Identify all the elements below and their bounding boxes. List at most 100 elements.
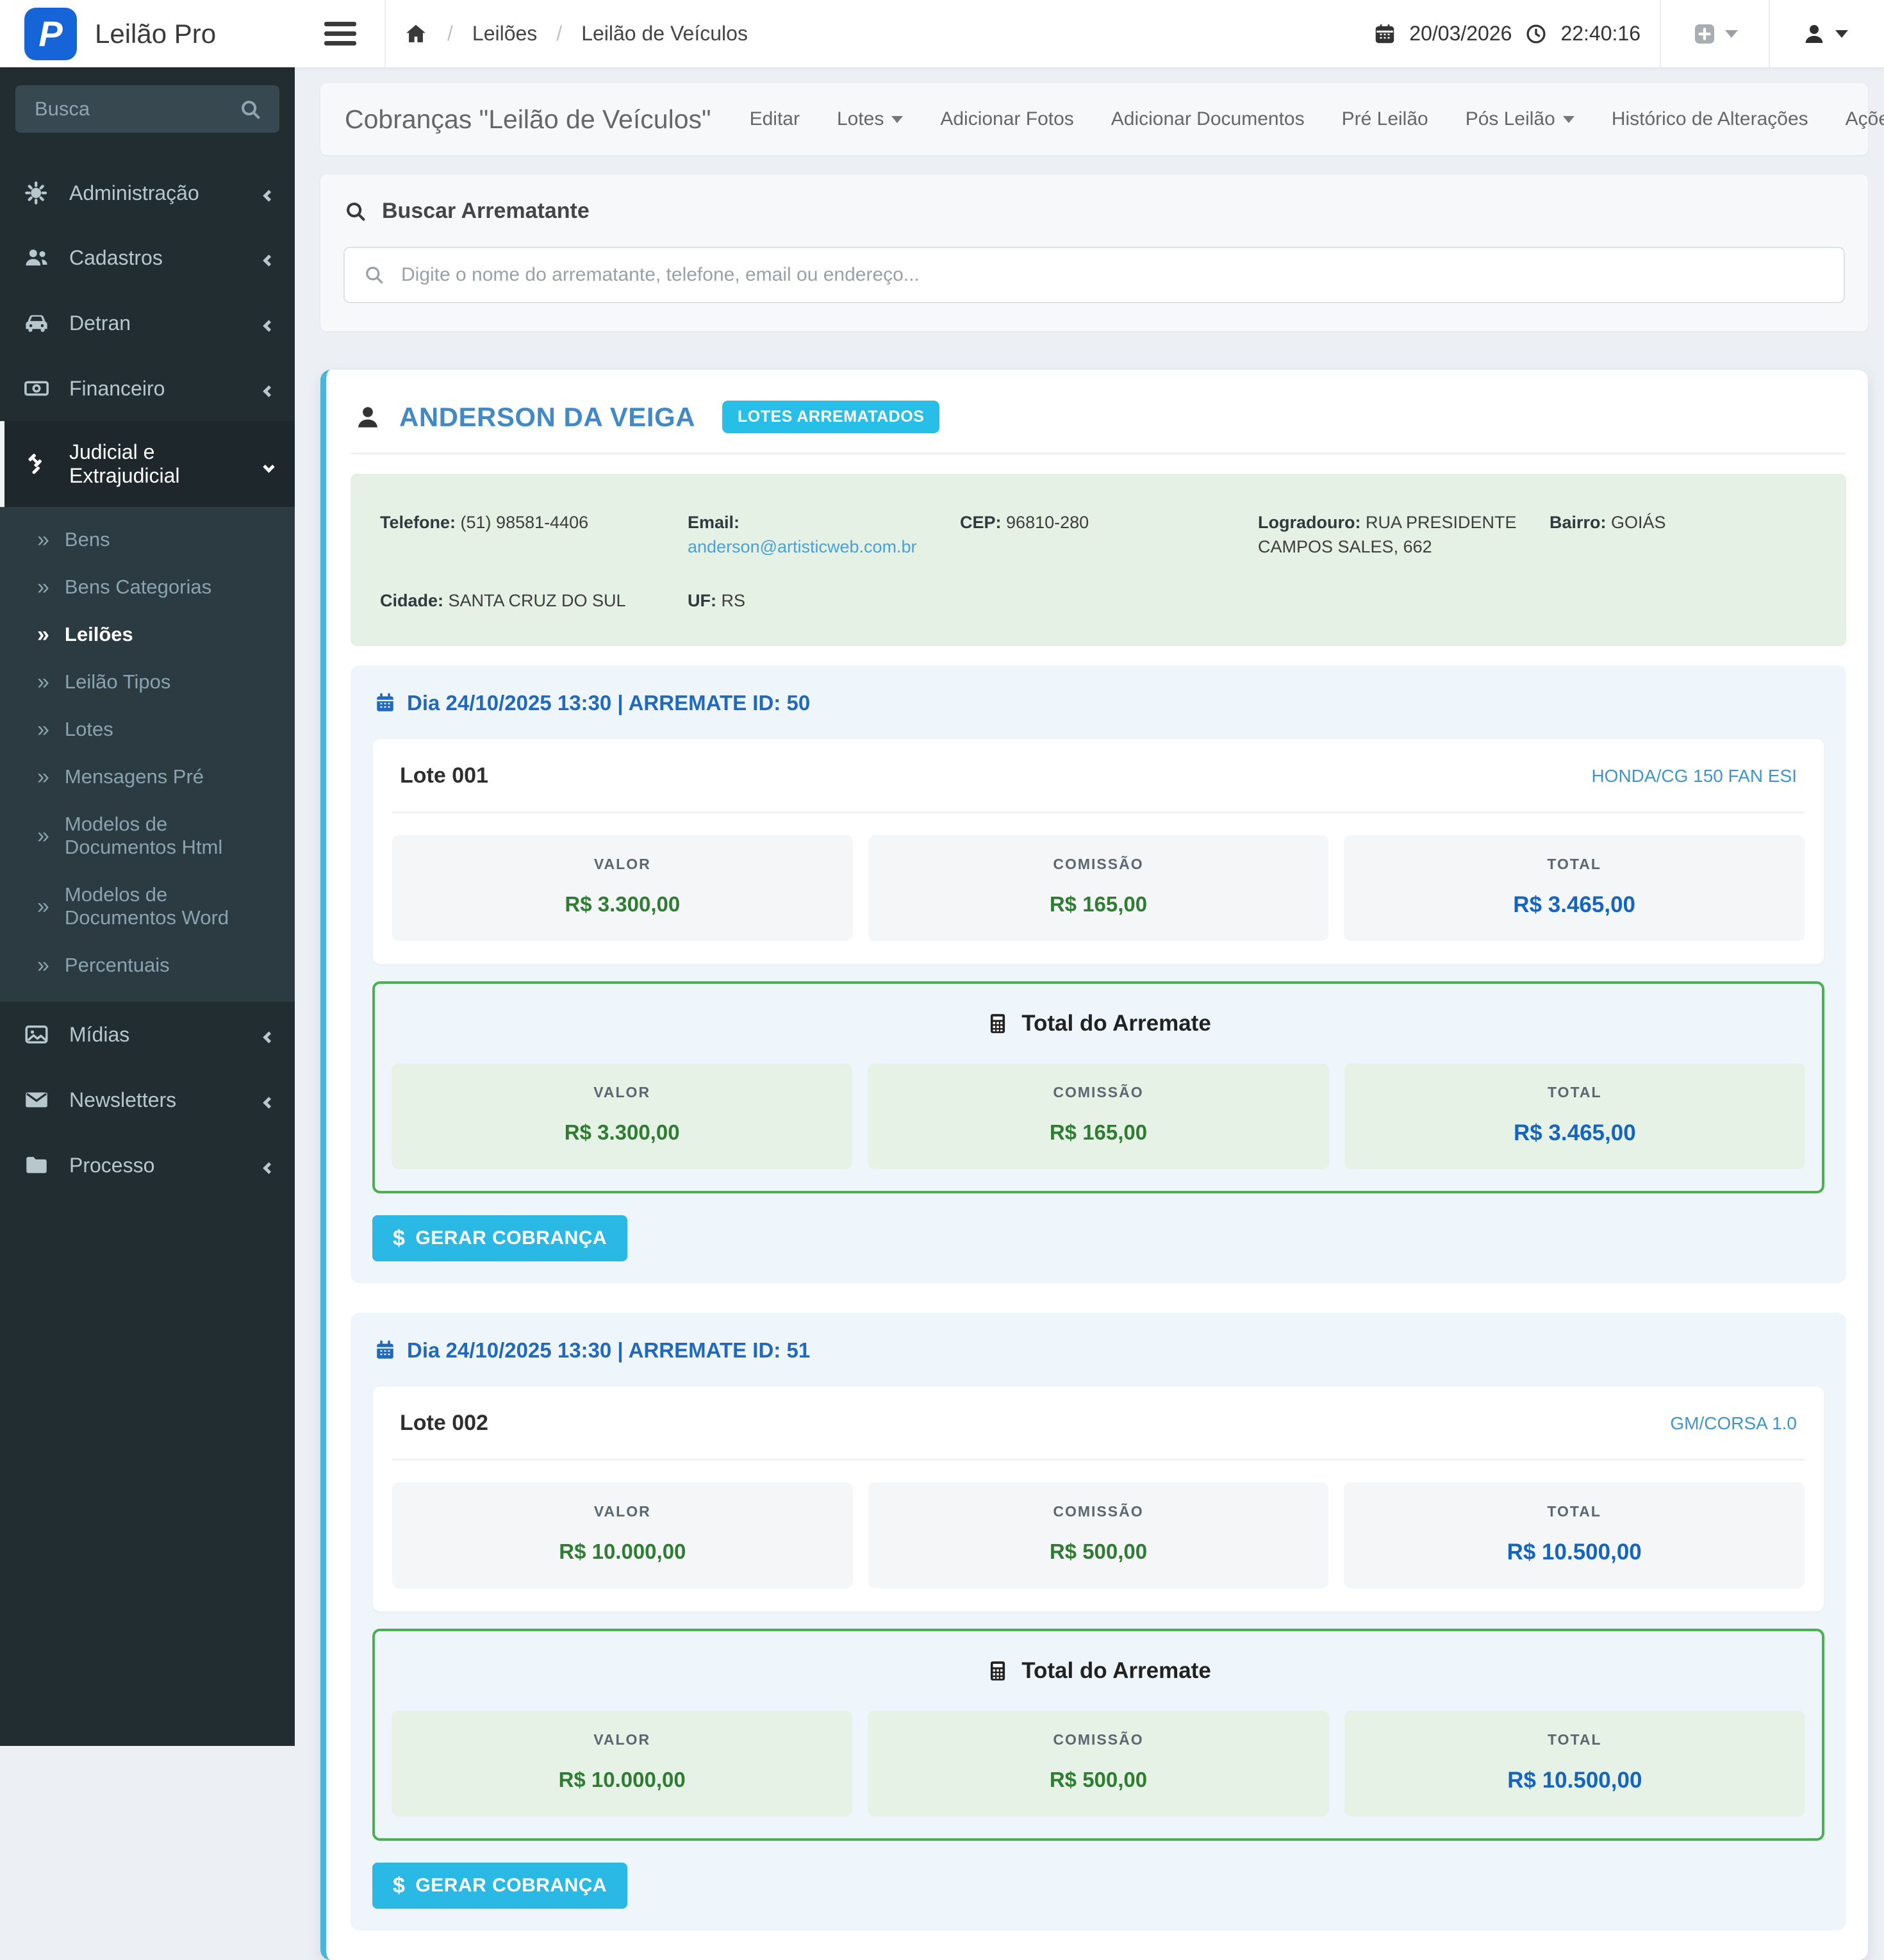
divider (384, 0, 386, 67)
sidebar-item-newsletters[interactable]: Newsletters (0, 1067, 295, 1133)
info-email: Email: anderson@artisticweb.com.br (688, 513, 917, 556)
breadcrumb: / Leilões / Leilão de Veículos (404, 22, 748, 46)
judicial-submenu: » Bens » Bens Categorias » Leilões » Lei… (0, 507, 295, 1002)
submenu-item-leiloes[interactable]: » Leilões (0, 611, 295, 658)
chevron-left-icon (263, 377, 275, 401)
sidebar-item-administracao[interactable]: Administração (0, 161, 295, 225)
sidebar-item-detran[interactable]: Detran (0, 290, 295, 356)
menu-lotes-dropdown[interactable]: Lotes (837, 108, 904, 130)
chevron-left-icon (263, 1023, 275, 1047)
gerar-cobranca-button[interactable]: $ GERAR COBRANÇA (372, 1863, 628, 1909)
chevron-down-icon (1725, 29, 1738, 38)
breadcrumb-separator: / (556, 22, 563, 45)
valor-value: R$ 3.300,00 (565, 892, 681, 917)
total-value: R$ 3.465,00 (1513, 1120, 1636, 1146)
plus-square-icon (1692, 21, 1717, 47)
menu-adicionar-fotos[interactable]: Adicionar Fotos (940, 108, 1073, 130)
menu-pre-leilao[interactable]: Pré Leilão (1342, 108, 1428, 130)
valor-box: VALOR R$ 3.300,00 (392, 835, 853, 942)
info-cep: CEP: 96810-280 (960, 513, 1089, 532)
chevron-left-icon (263, 1088, 275, 1112)
divider (351, 453, 1846, 454)
gavel-icon (22, 451, 51, 477)
breadcrumb-leiloes[interactable]: Leilões (472, 22, 537, 46)
menu-adicionar-documentos[interactable]: Adicionar Documentos (1111, 108, 1305, 130)
submenu-item-lotes[interactable]: » Lotes (0, 706, 295, 753)
submenu-item-bens[interactable]: » Bens (0, 516, 295, 563)
sidebar-item-judicial-extrajudicial[interactable]: Judicial e Extrajudicial (0, 421, 295, 507)
gerar-cobranca-button[interactable]: $ GERAR COBRANÇA (372, 1215, 628, 1262)
menu-editar[interactable]: Editar (750, 108, 800, 130)
sidebar-item-label: Judicial e Extrajudicial (69, 440, 180, 487)
menu-acoes-dropdown[interactable]: Ações (1846, 108, 1884, 130)
comissao-box: COMISSÃO R$ 500,00 (868, 1482, 1329, 1589)
menu-pos-leilao-dropdown[interactable]: Pós Leilão (1466, 108, 1574, 130)
double-chevron-icon: » (37, 717, 49, 742)
sidebar-toggle-button[interactable] (314, 13, 367, 54)
submenu-item-bens-categorias[interactable]: » Bens Categorias (0, 563, 295, 611)
sidebar-item-label: Detran (69, 311, 131, 335)
sidebar-item-cadastros[interactable]: Cadastros (0, 225, 295, 290)
double-chevron-icon: » (37, 622, 49, 647)
submenu-item-modelos-html[interactable]: » Modelos de Documentos Html (0, 801, 295, 871)
info-uf: UF: RS (688, 590, 746, 610)
quick-add-menu-button[interactable] (1680, 0, 1749, 67)
lote-card: Lote 001 HONDA/CG 150 FAN ESI VALOR R$ 3… (372, 738, 1824, 965)
sidebar: Administração Cadastros Detran Financeir… (0, 67, 295, 1746)
lote-vehicle-link[interactable]: HONDA/CG 150 FAN ESI (1591, 766, 1797, 786)
total-value: R$ 10.500,00 (1507, 1540, 1642, 1565)
total-box: TOTAL R$ 10.500,00 (1344, 1482, 1805, 1589)
bidder-card: ANDERSON DA VEIGA LOTES ARREMATADOS Tele… (320, 370, 1868, 1960)
submenu-item-modelos-word[interactable]: » Modelos de Documentos Word (0, 871, 295, 942)
sidebar-item-financeiro[interactable]: Financeiro (0, 356, 295, 421)
chevron-left-icon (263, 246, 275, 270)
sidebar-item-label: Cadastros (69, 245, 163, 269)
calendar-icon (1373, 22, 1396, 46)
home-icon[interactable] (404, 22, 428, 46)
divider (392, 811, 1805, 814)
app-logo-icon: P (24, 7, 77, 60)
user-menu-button[interactable] (1789, 0, 1860, 67)
comissao-box: COMISSÃO R$ 500,00 (868, 1711, 1329, 1817)
submenu-item-mensagens-pre[interactable]: » Mensagens Pré (0, 753, 295, 801)
submenu-item-label: Modelos de Documentos Html (64, 813, 223, 858)
chevron-down-icon (1562, 115, 1574, 123)
total-value: R$ 10.500,00 (1507, 1768, 1642, 1793)
sidebar-item-label: Financeiro (69, 376, 165, 400)
sidebar-item-label: Mídias (69, 1022, 130, 1046)
divider (392, 1459, 1805, 1461)
brand[interactable]: P Leilão Pro (0, 0, 295, 67)
comissao-value: R$ 165,00 (1049, 892, 1148, 917)
valor-box: VALOR R$ 3.300,00 (392, 1063, 853, 1170)
comissao-value: R$ 500,00 (1049, 1540, 1148, 1564)
email-link[interactable]: anderson@artisticweb.com.br (688, 537, 917, 556)
sidebar-item-midias[interactable]: Mídias (0, 1002, 295, 1067)
submenu-item-percentuais[interactable]: » Percentuais (0, 942, 295, 989)
arremate-header: Dia 24/10/2025 13:30 | ARREMATE ID: 50 (407, 691, 811, 715)
search-icon[interactable] (238, 97, 263, 122)
menu-historico-alteracoes[interactable]: Histórico de Alterações (1612, 108, 1808, 130)
total-arremate-title: Total do Arremate (1021, 1658, 1211, 1684)
submenu-item-label: Bens Categorias (64, 576, 212, 598)
sidebar-item-processo[interactable]: Processo (0, 1133, 295, 1198)
divider (1660, 0, 1661, 67)
lote-vehicle-link[interactable]: GM/CORSA 1.0 (1670, 1413, 1797, 1434)
page-menu: Editar Lotes Adicionar Fotos Adicionar D… (750, 108, 1884, 130)
submenu-item-label: Bens (64, 528, 110, 551)
sidebar-item-label: Newsletters (69, 1088, 177, 1111)
chevron-left-icon (263, 311, 275, 335)
comissao-box: COMISSÃO R$ 165,00 (868, 1063, 1329, 1170)
breadcrumb-separator: / (447, 22, 453, 45)
sidebar-item-label: Processo (69, 1153, 155, 1177)
sidebar-item-label: Administração (69, 181, 199, 204)
submenu-item-label: Modelos de Documentos Word (64, 883, 229, 929)
arrematante-search-input[interactable] (343, 247, 1845, 303)
valor-box: VALOR R$ 10.000,00 (392, 1482, 853, 1589)
main-content: Cobranças "Leilão de Veículos" Editar Lo… (295, 67, 1884, 1960)
lote-title: Lote 001 (400, 763, 488, 788)
submenu-item-leilao-tipos[interactable]: » Leilão Tipos (0, 658, 295, 706)
divider (1769, 0, 1770, 67)
lote-title: Lote 002 (400, 1411, 488, 1436)
user-icon (1801, 21, 1828, 47)
gears-icon (22, 180, 51, 206)
